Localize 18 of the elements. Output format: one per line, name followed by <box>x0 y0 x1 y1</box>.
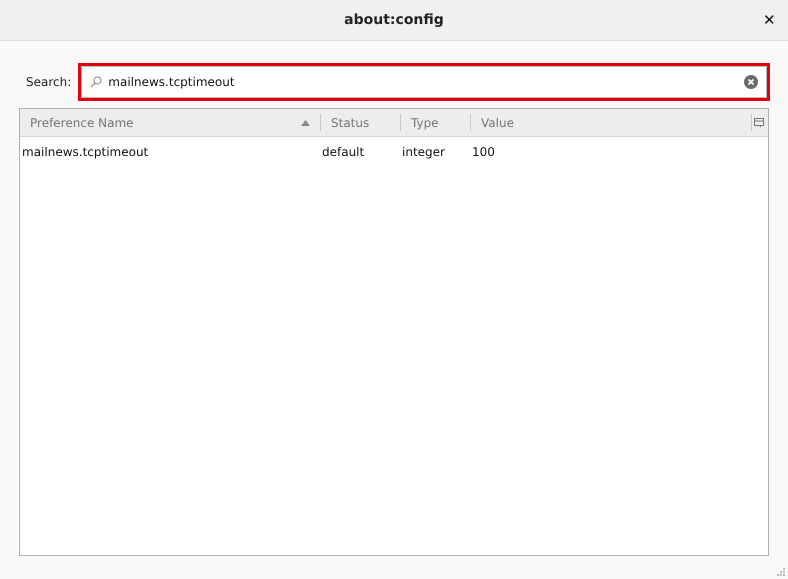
sort-ascending-icon <box>301 120 310 126</box>
column-header[interactable]: Preference Name <box>20 114 320 131</box>
search-field[interactable]: mailnews.tcptimeout <box>81 66 767 98</box>
column-header[interactable]: Value <box>470 114 751 131</box>
search-query: mailnews.tcptimeout <box>108 75 236 89</box>
table-cell-text: integer <box>401 145 446 159</box>
column-header[interactable]: Type <box>400 114 470 131</box>
search-icon <box>90 76 102 88</box>
resize-grip-icon[interactable] <box>777 568 786 577</box>
table-cell-text: 100 <box>471 145 496 159</box>
column-picker-icon <box>754 118 765 128</box>
window-title: about:config <box>344 12 444 28</box>
table-cell-text: mailnews.tcptimeout <box>21 145 150 159</box>
table-cell-text: default <box>321 145 366 159</box>
close-button[interactable]: ✕ <box>759 9 780 31</box>
clear-icon[interactable] <box>744 75 758 89</box>
column-header[interactable]: Status <box>320 114 400 131</box>
search-label: Search: <box>26 75 72 89</box>
